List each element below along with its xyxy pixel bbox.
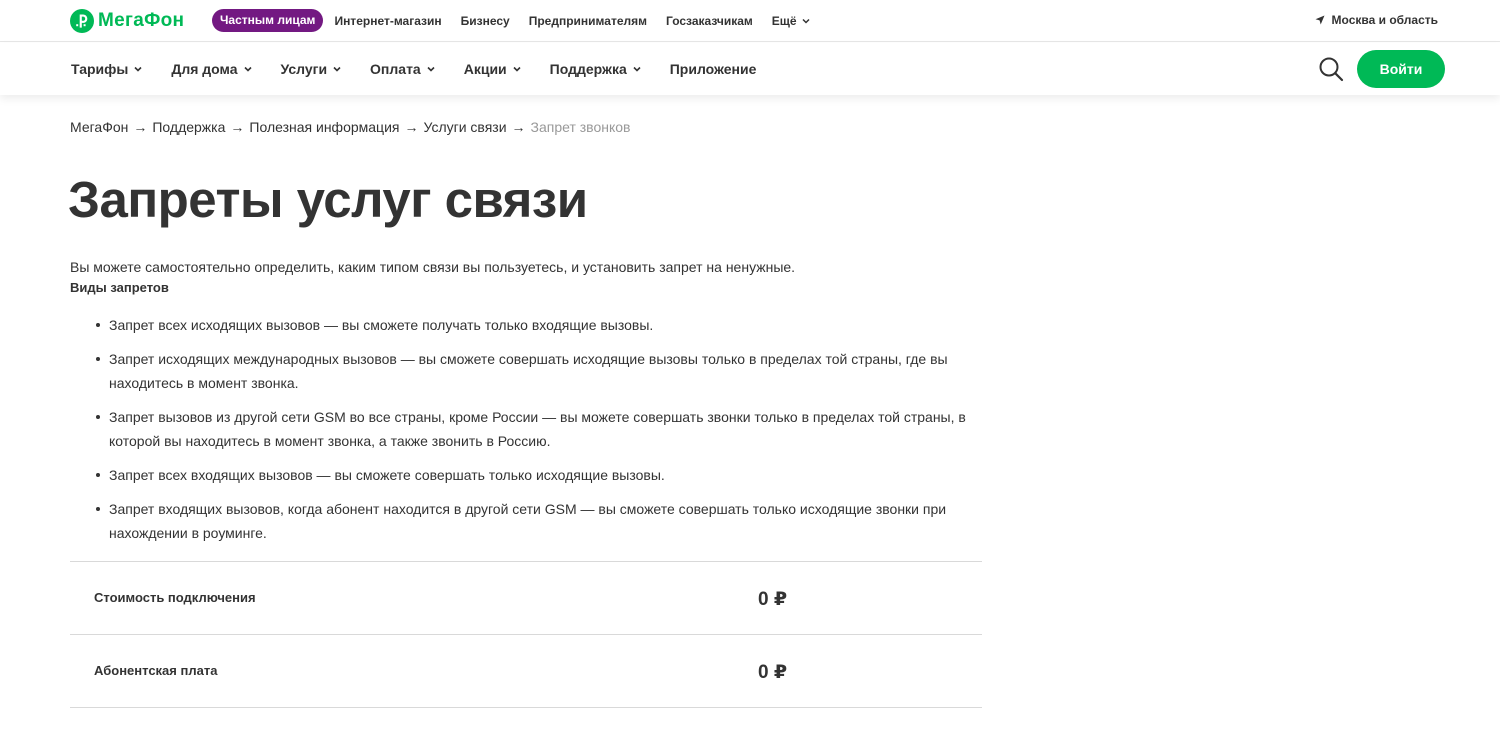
price-label-subscription: Абонентская плата	[94, 663, 218, 678]
chevron-down-icon	[427, 66, 435, 72]
top-link-entrepreneurs[interactable]: Предпринимателям	[529, 14, 647, 28]
nav-item-promos[interactable]: Акции	[464, 61, 522, 77]
chevron-down-icon	[134, 66, 142, 72]
nav-item-app[interactable]: Приложение	[670, 61, 757, 77]
breadcrumb-separator: →	[404, 119, 419, 135]
list-item: Запрет входящих вызовов, когда абонент н…	[94, 497, 984, 545]
nav-item-support[interactable]: Поддержка	[550, 61, 642, 77]
ban-types-heading: Виды запретов	[70, 280, 169, 295]
nav-item-label: Для дома	[171, 61, 238, 77]
price-table: Стоимость подключения 0 ₽ Абонентская пл…	[70, 561, 982, 708]
logo[interactable]: МегаФон	[70, 9, 184, 33]
price-label-connection: Стоимость подключения	[94, 590, 256, 605]
breadcrumb-link-support[interactable]: Поддержка	[152, 119, 225, 135]
top-link-business[interactable]: Бизнесу	[461, 14, 510, 28]
breadcrumb-separator: →	[511, 119, 526, 135]
nav-item-label: Акции	[463, 61, 507, 77]
breadcrumb-link-communication-services[interactable]: Услуги связи	[423, 119, 506, 135]
list-item: Запрет вызовов из другой сети GSM во все…	[94, 405, 984, 453]
segment-nav: Частным лицам Интернет-магазин Бизнесу П…	[212, 9, 811, 32]
breadcrumb-separator: →	[230, 119, 245, 135]
breadcrumb-link-useful-info[interactable]: Полезная информация	[249, 119, 399, 135]
nav-item-label: Поддержка	[549, 61, 627, 77]
ban-types-list: Запрет всех исходящих вызовов — вы сможе…	[94, 313, 984, 555]
nav-item-payment[interactable]: Оплата	[370, 61, 436, 77]
chevron-down-icon	[333, 66, 341, 72]
segment-private-persons[interactable]: Частным лицам	[212, 9, 324, 32]
search-icon[interactable]	[1318, 56, 1344, 82]
breadcrumb-separator: →	[133, 119, 148, 135]
breadcrumb-link-megafon[interactable]: МегаФон	[70, 119, 128, 135]
nav-item-home[interactable]: Для дома	[171, 61, 252, 77]
location-arrow-icon	[1315, 15, 1325, 25]
table-row: Абонентская плата 0 ₽	[70, 635, 982, 708]
nav-item-label: Оплата	[370, 61, 421, 77]
main-nav: Тарифы Для дома Услуги Оплата Акции Подд…	[0, 43, 1500, 95]
logo-text: МегаФон	[98, 10, 185, 31]
nav-item-tariffs[interactable]: Тарифы	[71, 61, 143, 77]
list-item: Запрет исходящих международных вызовов —…	[94, 347, 984, 395]
top-link-internet-shop[interactable]: Интернет-магазин	[334, 14, 441, 28]
nav-item-label: Приложение	[669, 61, 757, 77]
region-selector[interactable]: Москва и область	[1315, 13, 1438, 27]
login-button[interactable]: Войти	[1357, 50, 1445, 88]
chevron-down-icon	[633, 66, 641, 72]
chevron-down-icon	[243, 66, 252, 72]
intro-text: Вы можете самостоятельно определить, как…	[70, 259, 796, 275]
breadcrumb-current: Запрет звонков	[530, 119, 631, 135]
nav-item-label: Тарифы	[71, 61, 129, 77]
price-value-connection: 0 ₽	[758, 589, 788, 610]
chevron-down-icon	[802, 18, 810, 24]
list-item: Запрет всех входящих вызовов — вы сможет…	[94, 463, 984, 487]
megafon-logo-icon	[70, 9, 94, 33]
list-item: Запрет всех исходящих вызовов — вы сможе…	[94, 313, 984, 337]
page-title: Запреты услуг связи	[68, 171, 588, 228]
nav-item-services[interactable]: Услуги	[281, 61, 343, 77]
breadcrumb: МегаФон → Поддержка → Полезная информаци…	[70, 119, 631, 135]
top-link-more-label: Ещё	[771, 13, 797, 28]
region-label: Москва и область	[1331, 13, 1438, 27]
chevron-down-icon	[513, 66, 521, 72]
nav-item-label: Услуги	[280, 61, 328, 77]
top-link-more[interactable]: Ещё	[772, 14, 811, 28]
price-value-subscription: 0 ₽	[758, 662, 788, 683]
top-bar: МегаФон Частным лицам Интернет-магазин Б…	[0, 0, 1500, 42]
top-link-gov-customers[interactable]: Госзаказчикам	[666, 14, 753, 28]
table-row: Стоимость подключения 0 ₽	[70, 562, 982, 635]
